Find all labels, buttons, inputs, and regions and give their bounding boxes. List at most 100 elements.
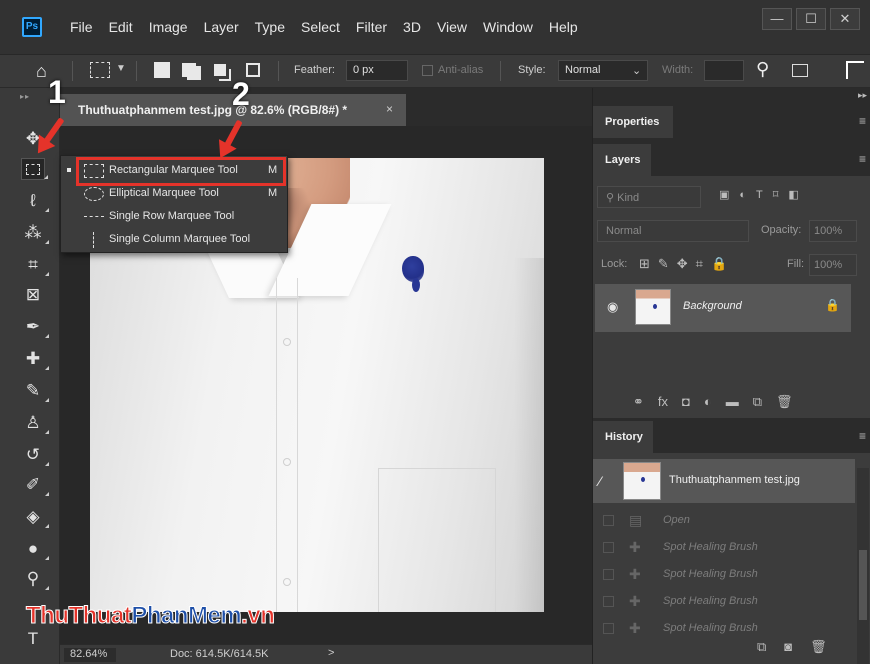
crop-tool-icon[interactable]: ⌗ (21, 254, 49, 276)
blend-mode-select[interactable]: Normal (597, 220, 749, 242)
layer-row-background[interactable]: ◉ Background 🔒 (595, 284, 851, 332)
zoom-level-input[interactable]: 82.64% (64, 648, 116, 662)
new-selection-icon[interactable] (154, 62, 170, 78)
history-step[interactable]: ▤ Open (593, 507, 855, 534)
flyout-item-elliptical-marquee[interactable]: Elliptical Marquee Tool M (61, 183, 289, 205)
scrollbar-thumb[interactable] (859, 550, 867, 620)
eyedropper-tool-icon[interactable]: ✒ (21, 316, 49, 338)
clone-stamp-tool-icon[interactable]: ♙ (21, 412, 49, 434)
tool-preset-icon[interactable] (90, 62, 110, 78)
fill-input[interactable]: 100% (809, 254, 857, 276)
history-scrollbar[interactable] (857, 468, 869, 664)
camera-icon[interactable]: ◙ (784, 639, 792, 655)
search-icon[interactable]: ⚲ (756, 59, 769, 80)
panel-menu-icon[interactable]: ≡ (859, 152, 866, 166)
panel-menu-icon[interactable]: ≡ (859, 114, 866, 128)
lasso-tool-icon[interactable]: ℓ (21, 190, 49, 212)
menu-file[interactable]: File (62, 19, 101, 35)
anti-alias-checkbox[interactable] (422, 65, 433, 76)
layer-name: Background (683, 300, 742, 312)
chevron-right-icon[interactable]: > (328, 647, 334, 659)
flyout-item-label: Elliptical Marquee Tool (109, 187, 219, 199)
opacity-input[interactable]: 100% (809, 220, 857, 242)
trash-icon[interactable]: 🗑 (810, 639, 827, 655)
trash-icon[interactable]: 🗑 (776, 394, 793, 410)
close-button[interactable]: ✕ (830, 8, 860, 30)
history-step-label: Spot Healing Brush (663, 595, 758, 607)
flyout-item-label: Single Column Marquee Tool (109, 233, 251, 245)
paint-bucket-tool-icon[interactable]: ◈ (21, 506, 49, 528)
history-brush-tool-icon[interactable]: ↺ (21, 444, 49, 466)
photoshop-logo: Ps (22, 17, 42, 37)
lock-icon: 🔒 (825, 298, 840, 312)
tab-history[interactable]: History (593, 421, 653, 453)
minimize-button[interactable]: — (762, 8, 792, 30)
share-icon[interactable] (846, 61, 864, 79)
history-snapshot[interactable]: ⁄ Thuthuatphanmem test.jpg (593, 459, 855, 503)
mask-icon[interactable]: ◘ (682, 394, 690, 410)
healing-brush-icon: ✚ (629, 593, 641, 609)
marquee-tool-icon[interactable] (21, 158, 48, 180)
menu-filter[interactable]: Filter (348, 19, 395, 35)
menu-3d[interactable]: 3D (395, 19, 429, 35)
quick-selection-tool-icon[interactable]: ⁂ (21, 222, 49, 244)
menu-edit[interactable]: Edit (101, 19, 141, 35)
history-footer-icons: ⧉ ◙ 🗑 (757, 639, 827, 655)
menu-image[interactable]: Image (141, 19, 196, 35)
visibility-eye-icon[interactable]: ◉ (607, 299, 618, 315)
close-icon[interactable]: × (386, 102, 393, 116)
menu-layer[interactable]: Layer (196, 19, 247, 35)
panel-menu-icon[interactable]: ≡ (859, 429, 866, 443)
layers-panel: ⚲ Kind ▣◐T⌑◧ Normal Opacity: 100% Lock: … (593, 176, 870, 418)
link-icon[interactable]: ⚭ (633, 394, 644, 410)
adjustment-icon[interactable]: ◐ (704, 394, 712, 410)
history-step-label: Spot Healing Brush (663, 541, 758, 553)
eraser-tool-icon[interactable]: ✐ (21, 474, 49, 496)
tab-properties[interactable]: Properties (593, 106, 673, 138)
history-checkbox[interactable] (603, 569, 614, 580)
add-selection-icon[interactable] (182, 63, 196, 77)
history-step[interactable]: ✚ Spot Healing Brush (593, 615, 855, 642)
menu-window[interactable]: Window (475, 19, 541, 35)
home-icon[interactable]: ⌂ (36, 61, 47, 82)
brush-tool-icon[interactable]: ✎ (21, 380, 49, 402)
history-checkbox[interactable] (603, 623, 614, 634)
history-step[interactable]: ✚ Spot Healing Brush (593, 588, 855, 615)
panel-grip-icon[interactable]: ▸▸ (20, 92, 30, 101)
history-step[interactable]: ✚ Spot Healing Brush (593, 534, 855, 561)
history-checkbox[interactable] (603, 596, 614, 607)
flyout-item-single-row-marquee[interactable]: Single Row Marquee Tool (61, 206, 289, 228)
frame-tool-icon[interactable]: ⊠ (21, 284, 45, 306)
layer-filter-icons[interactable]: ▣◐T⌑◧ (719, 188, 809, 201)
history-checkbox[interactable] (603, 542, 614, 553)
flyout-item-single-column-marquee[interactable]: Single Column Marquee Tool (61, 229, 289, 251)
chevron-down-icon[interactable]: ▼ (116, 63, 126, 74)
workspace-icon[interactable] (792, 64, 808, 77)
menu-view[interactable]: View (429, 19, 475, 35)
maximize-button[interactable]: ☐ (796, 8, 826, 30)
new-document-icon[interactable]: ⧉ (757, 639, 766, 655)
menu-help[interactable]: Help (541, 19, 586, 35)
history-step[interactable]: ✚ Spot Healing Brush (593, 561, 855, 588)
fx-icon[interactable]: fx (658, 394, 668, 410)
menu-select[interactable]: Select (293, 19, 348, 35)
feather-input[interactable]: 0 px (346, 60, 408, 81)
blur-tool-icon[interactable]: ● (21, 538, 49, 560)
healing-brush-icon: ✚ (629, 539, 641, 555)
collapse-icon[interactable]: ▸▸ (858, 90, 867, 101)
history-checkbox[interactable] (603, 515, 614, 526)
healing-brush-tool-icon[interactable]: ✚ (21, 348, 49, 370)
tab-layers[interactable]: Layers (593, 144, 651, 176)
subtract-selection-icon[interactable] (214, 64, 226, 76)
folder-icon[interactable]: ▬ (726, 394, 739, 410)
healing-brush-icon: ✚ (629, 566, 641, 582)
layer-kind-filter[interactable]: ⚲ Kind (597, 186, 701, 208)
width-input[interactable] (704, 60, 744, 81)
menu-type[interactable]: Type (247, 19, 293, 35)
lock-icons[interactable]: ⊞✎✥⌗🔒 (639, 256, 735, 272)
intersect-selection-icon[interactable] (246, 63, 260, 77)
dodge-tool-icon[interactable]: ⚲ (21, 568, 49, 590)
new-layer-icon[interactable]: ⧉ (753, 394, 762, 410)
history-step-label: Spot Healing Brush (663, 622, 758, 634)
type-tool-icon[interactable]: T (21, 628, 45, 650)
